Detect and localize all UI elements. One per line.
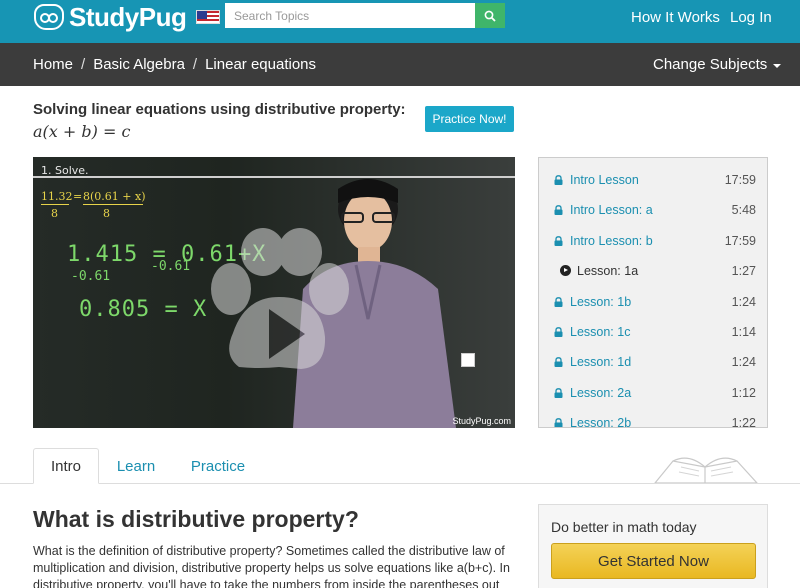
lesson-duration: 17:59 [724, 233, 756, 248]
lock-icon [554, 327, 563, 337]
lesson-duration: 5:48 [731, 203, 756, 218]
lesson-duration: 1:27 [731, 264, 756, 279]
tab-intro[interactable]: Intro [33, 448, 99, 484]
play-icon[interactable] [201, 227, 356, 377]
caret-down-icon [773, 64, 782, 68]
lock-icon [554, 418, 563, 427]
play-circle-icon [560, 265, 571, 277]
fullscreen-toggle[interactable] [461, 353, 475, 367]
lesson-item[interactable]: Lesson: 2a 1:12 [539, 378, 767, 408]
us-flag-icon[interactable] [196, 10, 221, 24]
signup-cta-panel: Do better in math today Get Started Now [538, 504, 768, 588]
lesson-name: Lesson: 1d [570, 355, 632, 370]
page-title: Solving linear equations using distribut… [33, 99, 413, 144]
lesson-duration: 17:59 [724, 173, 756, 187]
lesson-item[interactable]: Lesson: 2b 1:22 [539, 408, 767, 428]
board-line-1-sub-left: -0.61 [71, 269, 111, 284]
lesson-item[interactable]: Intro Lesson: a 5:48 [539, 195, 767, 225]
lock-icon [554, 357, 563, 368]
lesson-item[interactable]: Lesson: 1b 1:24 [539, 287, 767, 317]
top-navbar: StudyPug How It Works Log In [0, 0, 800, 43]
breadcrumb-basic-algebra[interactable]: Basic Algebra [93, 56, 185, 73]
lesson-item[interactable]: Lesson: 1d 1:24 [539, 347, 767, 377]
tab-practice[interactable]: Practice [174, 448, 262, 484]
logo-text: StudyPug [69, 1, 187, 32]
lesson-duration: 1:12 [731, 385, 756, 400]
video-watermark: StudyPug.com [452, 416, 511, 426]
studypug-logo[interactable]: StudyPug [34, 1, 221, 32]
login-link[interactable]: Log In [730, 9, 772, 26]
lock-icon [554, 205, 563, 216]
lesson-name: Lesson: 1b [570, 294, 632, 309]
lock-icon [554, 387, 563, 398]
lesson-name: Intro Lesson: b [570, 233, 653, 248]
lesson-item[interactable]: Intro Lesson: b 17:59 [539, 226, 767, 256]
get-started-button[interactable]: Get Started Now [551, 543, 756, 579]
lesson-item[interactable]: Lesson: 1c 1:14 [539, 317, 767, 347]
page-title-text: Solving linear equations using distribut… [33, 101, 406, 118]
lesson-duration: 1:14 [731, 325, 756, 339]
section-heading: What is distributive property? [33, 506, 359, 532]
breadcrumb-separator: / [81, 56, 86, 73]
lock-icon [554, 296, 563, 307]
lock-icon [554, 175, 563, 185]
search-icon [484, 10, 496, 22]
board-eq-equals: = [73, 190, 83, 203]
page-title-math: a(x + b) = c [33, 122, 131, 141]
fraction-bar [83, 204, 143, 205]
pug-logo-icon [34, 4, 64, 30]
practice-now-button[interactable]: Practice Now! [425, 106, 514, 132]
lesson-name: Intro Lesson [570, 173, 639, 187]
breadcrumb-home[interactable]: Home [33, 56, 73, 73]
lesson-duration: 1:24 [731, 294, 756, 309]
board-eq-denominator-right: 8 [103, 207, 110, 220]
lesson-duration: 1:22 [731, 416, 756, 428]
board-eq-numerator-left: 11.32 [41, 190, 73, 203]
search-input[interactable] [225, 3, 475, 28]
fraction-bar [41, 204, 69, 205]
breadcrumb-separator: / [192, 56, 198, 73]
lesson-duration: 1:24 [731, 355, 756, 370]
lesson-name: Lesson: 2b [570, 416, 632, 428]
search-button[interactable] [475, 3, 505, 28]
lesson-list: Intro Lesson 17:59 Intro Lesson: a 5:48 Intr… [538, 157, 768, 428]
breadcrumb-bar: Home / Basic Algebra / Linear equations … [0, 43, 800, 86]
cta-title: Do better in math today [551, 519, 697, 535]
intro-paragraph: What is the definition of distributive p… [33, 544, 510, 588]
video-player[interactable]: 1. Solve. 11.32 = 8(0.61 + x) 8 8 1.415 … [33, 157, 515, 428]
lesson-name: Intro Lesson: a [570, 203, 653, 218]
board-line-2: 0.805 = X [79, 297, 208, 322]
lesson-name: Lesson: 2a [570, 385, 632, 400]
lesson-name: Lesson: 1a [577, 264, 639, 279]
change-subjects-dropdown[interactable]: Change Subjects [653, 56, 782, 73]
open-book-icon [654, 457, 758, 483]
board-title: 1. Solve. [41, 164, 89, 177]
tab-learn[interactable]: Learn [104, 448, 168, 484]
lesson-name: Lesson: 1c [570, 325, 631, 339]
board-line-1-sub-right: -0.61 [151, 259, 191, 274]
lesson-item[interactable]: Intro Lesson 17:59 [539, 165, 767, 195]
board-eq-denominator-left: 8 [51, 207, 58, 220]
breadcrumb: Home / Basic Algebra / Linear equations [33, 56, 316, 73]
lesson-item[interactable]: Lesson: 1a 1:27 [539, 256, 767, 286]
how-it-works-link[interactable]: How It Works [631, 9, 720, 26]
lock-icon [554, 235, 563, 246]
change-subjects-label: Change Subjects [653, 56, 768, 73]
board-eq-numerator-right: 8(0.61 + x) [83, 190, 146, 203]
breadcrumb-linear-equations[interactable]: Linear equations [205, 56, 316, 73]
